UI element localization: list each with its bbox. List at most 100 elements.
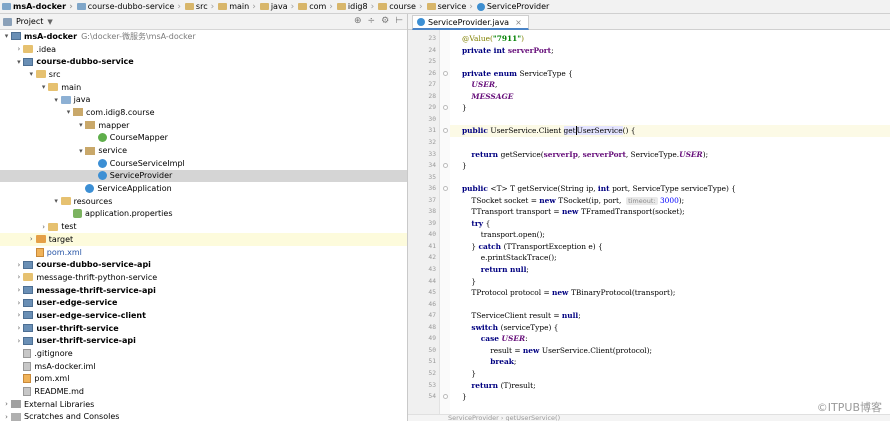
- tab-serviceprovider-java[interactable]: ServiceProvider.java ×: [412, 15, 529, 30]
- tree-item[interactable]: ▾ resources: [0, 195, 407, 208]
- code-line[interactable]: TTransport transport = new TFramedTransp…: [462, 207, 684, 216]
- code-line[interactable]: result = new UserService.Client(protocol…: [462, 346, 652, 355]
- collapse-arrow-icon[interactable]: ›: [39, 223, 48, 231]
- code-line[interactable]: e.printStackTrace();: [462, 253, 557, 262]
- tree-item[interactable]: ▾ main: [0, 81, 407, 94]
- expand-arrow-icon[interactable]: ▾: [52, 96, 61, 104]
- tree-item[interactable]: application.properties: [0, 208, 407, 221]
- tree-item[interactable]: README.md: [0, 385, 407, 398]
- breadcrumb-item[interactable]: src ›: [183, 0, 216, 13]
- tree-item[interactable]: › Scratches and Consoles: [0, 411, 407, 421]
- breadcrumb-item[interactable]: idig8 ›: [335, 0, 376, 13]
- scroll-from-source-icon[interactable]: ⊕: [354, 16, 362, 26]
- code-line[interactable]: return (T)result;: [462, 381, 535, 390]
- code-line[interactable]: transport.open();: [462, 230, 545, 239]
- collapse-arrow-icon[interactable]: ›: [14, 261, 23, 269]
- breadcrumb-item[interactable]: main ›: [216, 0, 258, 13]
- code-line[interactable]: TServiceClient result = null;: [462, 311, 580, 320]
- tree-item[interactable]: ▾ msA-docker G:\docker-微服务\msA-docker: [0, 30, 407, 43]
- breadcrumb-item[interactable]: course-dubbo-service ›: [75, 0, 183, 13]
- tree-item[interactable]: › user-edge-service-client: [0, 309, 407, 322]
- tree-item[interactable]: CourseServiceImpl: [0, 157, 407, 170]
- editor-breadcrumb: ServiceProvider › getUserService(): [408, 414, 890, 421]
- code-line[interactable]: return null;: [462, 265, 529, 274]
- code-line[interactable]: return getService(serverIp, serverPort, …: [462, 150, 708, 159]
- code-line[interactable]: public <T> T getService(String ip, int p…: [462, 184, 736, 193]
- tree-item[interactable]: › message-thrift-python-service: [0, 271, 407, 284]
- tree-item[interactable]: msA-docker.iml: [0, 360, 407, 373]
- code-line[interactable]: case USER:: [462, 334, 528, 343]
- code-line[interactable]: TSocket socket = new TSocket(ip, port, t…: [462, 196, 684, 205]
- code-line[interactable]: break;: [462, 357, 516, 366]
- gear-icon[interactable]: ⚙: [381, 16, 389, 26]
- tree-item[interactable]: ▾ mapper: [0, 119, 407, 132]
- chevron-down-icon[interactable]: ▼: [47, 18, 52, 26]
- collapse-arrow-icon[interactable]: ›: [14, 299, 23, 307]
- collapse-arrow-icon[interactable]: ›: [14, 337, 23, 345]
- expand-arrow-icon[interactable]: ▾: [14, 58, 23, 66]
- code-line[interactable]: switch (serviceType) {: [462, 323, 558, 332]
- code-line[interactable]: @Value("7911"): [462, 34, 524, 43]
- tree-item[interactable]: › user-thrift-service: [0, 322, 407, 335]
- code-line[interactable]: }: [462, 103, 467, 112]
- tree-item[interactable]: ServiceProvider: [0, 169, 407, 183]
- tree-item[interactable]: ▾ com.idig8.course: [0, 106, 407, 119]
- tree-item[interactable]: pom.xml: [0, 373, 407, 386]
- breadcrumb-item[interactable]: service ›: [425, 0, 475, 13]
- expand-arrow-icon[interactable]: ▾: [52, 197, 61, 205]
- code-line[interactable]: private int serverPort;: [462, 46, 554, 55]
- breadcrumb-item[interactable]: com ›: [296, 0, 335, 13]
- tree-item[interactable]: › .idea: [0, 43, 407, 56]
- expand-arrow-icon[interactable]: ▾: [64, 108, 73, 116]
- collapse-arrow-icon[interactable]: ›: [14, 324, 23, 332]
- code-line[interactable]: MESSAGE: [462, 92, 513, 101]
- collapse-arrow-icon[interactable]: ›: [2, 413, 11, 421]
- tree-item[interactable]: › target: [0, 233, 407, 246]
- code-line[interactable]: } catch (TTransportException e) {: [462, 242, 602, 251]
- code-line[interactable]: private enum ServiceType {: [462, 69, 573, 78]
- tree-item[interactable]: .gitignore: [0, 347, 407, 360]
- expand-arrow-icon[interactable]: ▾: [76, 121, 85, 129]
- tree-item[interactable]: ServiceApplication: [0, 182, 407, 195]
- collapse-arrow-icon[interactable]: ›: [14, 311, 23, 319]
- code-line[interactable]: try {: [462, 219, 490, 228]
- code-line[interactable]: }: [462, 277, 476, 286]
- expand-arrow-icon[interactable]: ▾: [27, 70, 36, 78]
- tree-item[interactable]: ▾ course-dubbo-service: [0, 55, 407, 68]
- breadcrumb-item[interactable]: ServiceProvider: [475, 0, 552, 13]
- collapse-arrow-icon[interactable]: ›: [27, 235, 36, 243]
- breadcrumb-item[interactable]: msA-docker ›: [0, 0, 75, 13]
- tree-item[interactable]: › user-thrift-service-api: [0, 335, 407, 348]
- tree-item[interactable]: › user-edge-service: [0, 296, 407, 309]
- tree-item[interactable]: ▾ java: [0, 93, 407, 106]
- collapse-arrow-icon[interactable]: ›: [2, 400, 11, 408]
- breadcrumb-item[interactable]: java ›: [258, 0, 296, 13]
- collapse-arrow-icon[interactable]: ›: [14, 273, 23, 281]
- tree-item[interactable]: › External Libraries: [0, 398, 407, 411]
- expand-arrow-icon[interactable]: ▾: [2, 32, 11, 40]
- expand-arrow-icon[interactable]: ▾: [76, 147, 85, 155]
- breadcrumb-label: com: [309, 2, 327, 11]
- fold-marker-icon[interactable]: [443, 70, 448, 76]
- project-panel-title[interactable]: Project: [16, 17, 43, 26]
- close-icon[interactable]: ×: [515, 18, 522, 27]
- hide-panel-icon[interactable]: ⊢: [395, 16, 403, 26]
- breadcrumb-item[interactable]: course ›: [376, 0, 424, 13]
- code-line[interactable]: }: [462, 369, 476, 378]
- code-line[interactable]: }: [462, 161, 467, 170]
- tree-item[interactable]: › test: [0, 220, 407, 233]
- tree-item[interactable]: › message-thrift-service-api: [0, 284, 407, 297]
- tree-item[interactable]: CourseMapper: [0, 132, 407, 145]
- collapse-arrow-icon[interactable]: ›: [14, 45, 23, 53]
- code-line[interactable]: USER,: [462, 80, 497, 89]
- expand-arrow-icon[interactable]: ▾: [39, 83, 48, 91]
- tree-item[interactable]: › course-dubbo-service-api: [0, 258, 407, 271]
- tree-item[interactable]: ▾ service: [0, 144, 407, 157]
- code-line[interactable]: public UserService.Client getUserService…: [462, 126, 635, 136]
- code-line[interactable]: TProtocol protocol = new TBinaryProtocol…: [462, 288, 675, 297]
- code-line[interactable]: }: [462, 392, 467, 401]
- collapse-arrow-icon[interactable]: ›: [14, 286, 23, 294]
- collapse-all-icon[interactable]: ÷: [368, 16, 376, 26]
- tree-item[interactable]: ▾ src: [0, 68, 407, 81]
- tree-item[interactable]: pom.xml: [0, 246, 407, 259]
